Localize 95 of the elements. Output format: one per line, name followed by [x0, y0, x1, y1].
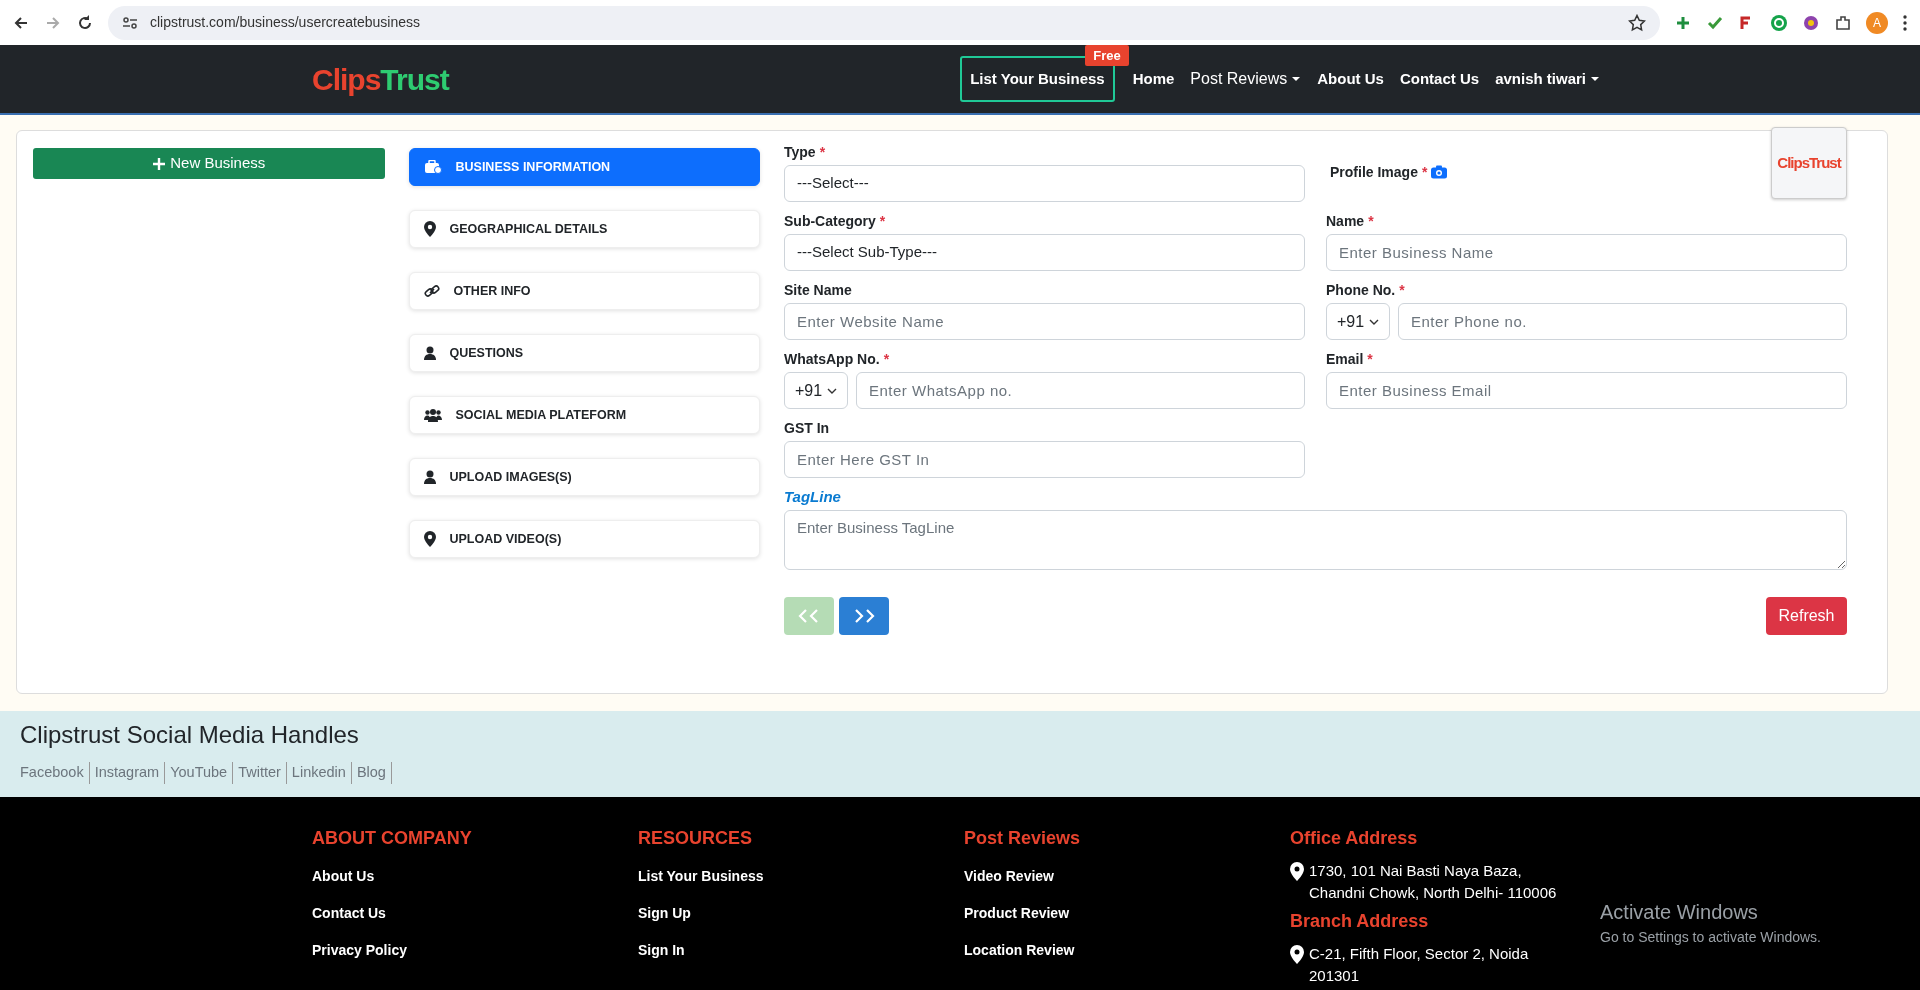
field-label: Profile Image: [1330, 162, 1418, 182]
textarea-field[interactable]: Enter Business TagLine: [784, 510, 1847, 570]
field-label: Sub-Category: [784, 211, 876, 231]
field-label: Phone No.: [1326, 280, 1396, 300]
footer-heading: Branch Address: [1290, 910, 1430, 933]
field-label: Type: [784, 142, 816, 162]
country-code-select[interactable]: +91: [784, 372, 848, 409]
footer-link[interactable]: Privacy Policy: [312, 940, 638, 961]
social-link[interactable]: Twitter: [233, 761, 287, 784]
select-field[interactable]: ---Select---: [784, 165, 1305, 202]
step-tab[interactable]: BUSINESS INFORMATION: [408, 148, 760, 186]
circle-icon[interactable]: [1770, 13, 1788, 32]
caret-icon: [1590, 76, 1600, 82]
footer-link[interactable]: Product Review: [964, 903, 1290, 924]
address-text: C-21, Fifth Floor, Sector 2, Noida 201301: [1309, 944, 1530, 986]
step-tab[interactable]: QUESTIONS: [408, 334, 760, 372]
footer-heading: ABOUT COMPANY: [312, 827, 473, 850]
url-text: clipstrust.com/business/usercreatebusiness: [150, 13, 421, 32]
required-mark: *: [1367, 349, 1373, 369]
users-icon: [423, 408, 442, 422]
new-business-button[interactable]: New Business: [33, 148, 385, 179]
section-title: Clipstrust Social Media Handles: [20, 721, 360, 750]
link-icon: [423, 284, 440, 298]
required-mark: *: [1399, 280, 1405, 300]
footer-link[interactable]: List Your Business: [638, 866, 964, 887]
chevron-down-icon: [1369, 318, 1379, 325]
field-label: Email: [1326, 349, 1364, 369]
input-field[interactable]: Enter Phone no.: [1398, 303, 1847, 340]
refresh-button[interactable]: Refresh: [1766, 597, 1847, 635]
field-label: GST In: [784, 418, 830, 438]
address-bar[interactable]: clipstrust.com/business/usercreatebusiness: [108, 5, 1660, 40]
nav-dropdown[interactable]: Post Reviews: [1182, 67, 1310, 91]
chevron-down-icon: [827, 387, 837, 394]
user-icon: [423, 470, 436, 484]
next-button[interactable]: [839, 597, 889, 635]
step-tab[interactable]: OTHER INFO: [408, 272, 760, 310]
step-tab[interactable]: GEOGRAPHICAL DETAILS: [408, 210, 760, 248]
menu-icon[interactable]: [1902, 13, 1908, 32]
user-icon: [423, 346, 436, 360]
nav-link[interactable]: About Us: [1309, 67, 1392, 91]
address-text: 1730, 101 Nai Basti Naya Baza, Chandni Chowk, North Delhi- 110006: [1309, 861, 1558, 903]
footer-link[interactable]: Location Review: [964, 940, 1290, 961]
social-link[interactable]: Blog: [351, 761, 392, 784]
nav-link[interactable]: Contact Us: [1391, 67, 1488, 91]
step-tab[interactable]: UPLOAD IMAGES(S): [408, 458, 760, 496]
profile-image-thumbnail: ClipsTrust: [1771, 127, 1847, 199]
social-link[interactable]: Instagram: [89, 761, 166, 784]
field-label: Name: [1326, 211, 1365, 231]
step-tab[interactable]: SOCIAL MEDIA PLATEFORM: [408, 396, 760, 434]
footer-heading: Office Address: [1290, 827, 1419, 850]
country-code-select[interactable]: +91: [1326, 303, 1390, 340]
footer-heading: RESOURCES: [638, 827, 754, 850]
footer-link[interactable]: About Us: [312, 866, 638, 887]
logo[interactable]: ClipsTrust: [312, 56, 449, 102]
step-tab[interactable]: UPLOAD VIDEO(S): [408, 520, 760, 558]
double-chevron-right-icon: [853, 609, 875, 623]
footer-link[interactable]: Video Review: [964, 866, 1290, 887]
footer-link[interactable]: Sign In: [638, 940, 964, 961]
required-mark: *: [879, 211, 886, 231]
select-field[interactable]: ---Select Sub-Type---: [784, 234, 1305, 271]
input-field[interactable]: Enter WhatsApp no.: [856, 372, 1305, 409]
location-pin-icon: [1290, 945, 1305, 965]
caret-icon: [1291, 76, 1302, 82]
briefcase-icon: [423, 160, 442, 174]
pin-icon: [423, 531, 436, 547]
camera-icon[interactable]: [1431, 165, 1448, 179]
required-mark: *: [1421, 162, 1428, 182]
double-chevron-left-icon: [798, 609, 820, 623]
footer-link[interactable]: Contact Us: [312, 903, 638, 924]
input-field[interactable]: Enter Business Name: [1326, 234, 1847, 271]
footer-heading: Post Reviews: [964, 827, 1082, 850]
social-link[interactable]: Linkedin: [286, 761, 352, 784]
required-mark: *: [1368, 211, 1374, 231]
plus-icon: [152, 156, 167, 171]
pin-icon: [423, 221, 436, 237]
nav-dropdown[interactable]: avnish tiwari: [1487, 67, 1608, 91]
social-link[interactable]: Facebook: [20, 761, 90, 784]
site-info-icon[interactable]: [122, 14, 138, 31]
field-label: Site Name: [784, 280, 852, 300]
location-pin-icon: [1290, 862, 1305, 882]
input-field[interactable]: Enter Website Name: [784, 303, 1305, 340]
free-badge: Free: [1085, 44, 1129, 67]
tagline-label: TagLine: [784, 486, 841, 507]
social-link[interactable]: YouTube: [165, 761, 234, 784]
input-field[interactable]: Enter Here GST In: [784, 441, 1305, 478]
required-mark: *: [883, 349, 890, 369]
nav-link[interactable]: Home: [1124, 67, 1183, 91]
activation-text: Go to Settings to activate Windows.: [1600, 928, 1821, 947]
required-mark: *: [819, 142, 826, 162]
field-label: WhatsApp No.: [784, 349, 880, 369]
star-icon[interactable]: [1628, 13, 1646, 32]
input-field[interactable]: Enter Business Email: [1326, 372, 1847, 409]
reload-icon[interactable]: [76, 13, 94, 32]
activation-title: Activate Windows: [1600, 900, 1759, 925]
footer-link[interactable]: Sign Up: [638, 903, 964, 924]
